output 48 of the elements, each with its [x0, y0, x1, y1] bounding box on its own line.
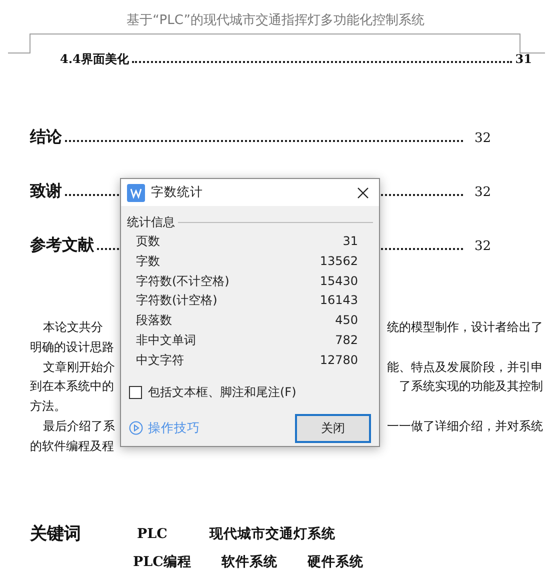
toc-entry: 致谢	[30, 181, 62, 202]
close-icon	[357, 186, 369, 198]
page-number: 31	[515, 52, 532, 66]
paragraph-fragment: 一一做了详细介绍，并对系统	[387, 418, 543, 433]
stat-label: 中文字符	[136, 352, 184, 369]
paragraph-fragment: 文章刚开始介	[43, 360, 115, 374]
checkbox-label: 包括文本框、脚注和尾注(F)	[148, 384, 296, 402]
stat-value: 31	[342, 233, 358, 250]
page-number: 32	[474, 185, 491, 200]
toc-entry: 参考文献	[30, 235, 94, 256]
keyword: 软件系统	[221, 552, 278, 571]
keywords-label: 关键词	[30, 522, 82, 546]
paragraph-fragment: 统的模型制作，设计者给出了	[387, 320, 543, 334]
page-number: 32	[474, 131, 491, 146]
stat-value: 12780	[320, 352, 358, 369]
play-icon	[129, 421, 143, 436]
keyword: PLC	[137, 524, 168, 544]
stat-label: 字符数(计空格)	[136, 292, 218, 310]
paragraph-fragment: 了系统实现的功能及其控制	[399, 379, 543, 394]
paragraph-fragment: 最后介绍了系	[43, 418, 115, 433]
stat-label: 页数	[136, 233, 160, 250]
toc-entry: 4.4界面美化	[60, 51, 129, 68]
paragraph-fragment: 的软件编程及程	[30, 438, 114, 453]
stat-value: 450	[335, 312, 358, 330]
page-number: 32	[474, 239, 491, 254]
toc-entry: 结论	[30, 127, 62, 148]
close-dialog-button[interactable]: 关闭	[295, 414, 371, 443]
app-logo-icon	[127, 184, 145, 202]
stat-label: 非中文单词	[136, 332, 196, 349]
checkbox[interactable]	[129, 386, 142, 400]
stat-value: 15430	[320, 272, 358, 290]
paragraph-fragment: 能、特点及发展阶段，并引申	[387, 360, 543, 374]
group-label: 统计信息	[127, 214, 175, 230]
stat-value: 782	[335, 332, 358, 349]
stat-label: 段落数	[136, 312, 172, 330]
dialog-title: 字数统计	[151, 184, 204, 201]
running-header: 基于“PLC”的现代城市交通指挥灯多功能化控制系统	[126, 12, 426, 30]
keyword: 硬件系统	[307, 552, 364, 571]
keyword: 现代城市交通灯系统	[209, 524, 336, 544]
stat-value: 13562	[320, 252, 358, 270]
stat-value: 16143	[320, 292, 358, 310]
stat-label: 字符数(不计空格)	[136, 272, 230, 290]
paragraph-fragment: 本论文共分	[43, 320, 103, 334]
paragraph-fragment: 方法。	[30, 399, 66, 414]
paragraph-fragment: 明确的设计思路	[30, 340, 114, 354]
paragraph-fragment: 到在本系统中的	[30, 379, 114, 394]
keyword: PLC编程	[133, 552, 192, 571]
stat-label: 字数	[136, 252, 160, 270]
